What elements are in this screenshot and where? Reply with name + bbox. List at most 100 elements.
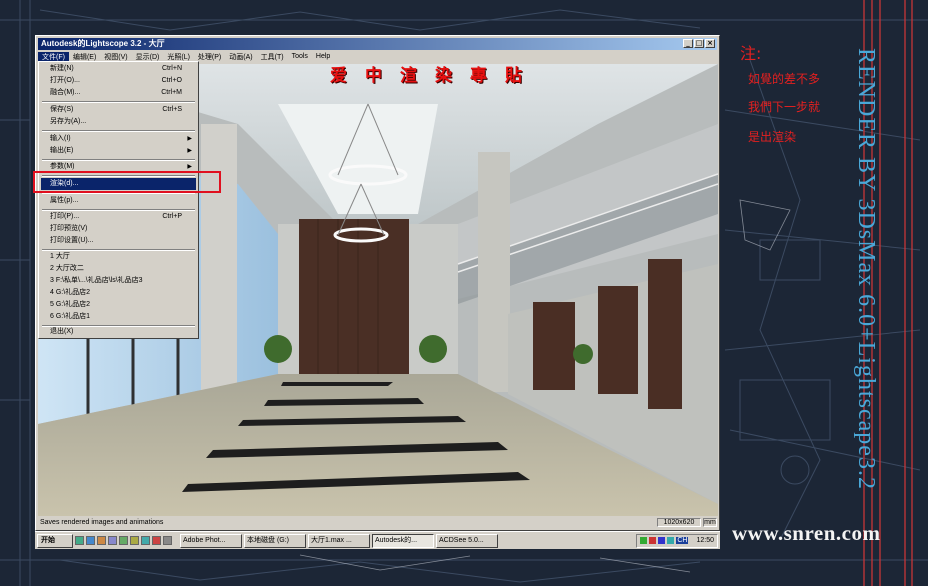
quick-launch	[75, 536, 172, 545]
submenu-arrow-icon: ▶	[187, 136, 192, 142]
menu-item-recent-2[interactable]: 2 大厅改二	[41, 263, 196, 275]
menu-item-shortcut: Ctrl+M	[161, 89, 182, 96]
watermark-char: 中	[365, 66, 382, 86]
menu-item-new[interactable]: 新建(N) Ctrl+N	[41, 63, 196, 75]
notes-line-3: 是出渲染	[748, 130, 797, 144]
maximize-button[interactable]: □	[694, 39, 704, 48]
menu-item-label: 打开(O)...	[50, 77, 80, 84]
menu-item-recent-1[interactable]: 1 大厅	[41, 251, 196, 263]
menu-item-import[interactable]: 输入(I) ▶	[41, 133, 196, 145]
quicklaunch-icon[interactable]	[86, 536, 95, 545]
menu-item-export[interactable]: 输出(E) ▶	[41, 145, 196, 157]
menu-item-shortcut: Ctrl+O	[161, 77, 182, 84]
clock: 12:50	[696, 537, 714, 544]
menu-item-label: 融合(M)...	[50, 89, 81, 96]
close-button[interactable]: ×	[705, 39, 715, 48]
status-message: Saves rendered images and animations	[40, 519, 164, 526]
menu-item-save-as[interactable]: 另存为(A)...	[41, 116, 196, 128]
watermark-char: 貼	[505, 66, 522, 86]
minimize-button[interactable]: _	[683, 39, 693, 48]
quicklaunch-icon[interactable]	[97, 536, 106, 545]
notes-heading: 注:	[740, 44, 762, 63]
menu-view[interactable]: 视图(V)	[100, 52, 131, 62]
task-photoshop[interactable]: Adobe Phot...	[180, 533, 242, 548]
menu-item-label: 属性(p)...	[50, 197, 79, 204]
menu-item-label: 退出(X)	[50, 328, 74, 335]
menu-item-label: 另存为(A)...	[50, 118, 87, 125]
menu-item-shortcut: Ctrl+P	[162, 213, 182, 220]
menu-item-print[interactable]: 打印(P)... Ctrl+P	[41, 211, 196, 223]
highlight-box	[33, 171, 221, 193]
menu-item-label: 打印(P)...	[50, 213, 80, 220]
menu-item-shortcut: Ctrl+N	[161, 65, 182, 72]
menu-item-print-preview[interactable]: 打印预览(V)	[41, 223, 196, 235]
menu-process[interactable]: 处理(P)	[194, 52, 225, 62]
watermark-char: 爱	[330, 66, 347, 86]
menu-tools[interactable]: Tools	[288, 53, 312, 60]
menu-display[interactable]: 显示(D)	[132, 52, 164, 62]
menu-item-label: 2 大厅改二	[50, 265, 84, 272]
menu-item-recent-5[interactable]: 5 G:\礼品店2	[41, 299, 196, 311]
menu-item-label: 4 G:\礼品店2	[50, 289, 91, 296]
menu-item-recent-6[interactable]: 6 G:\礼品店1	[41, 311, 196, 323]
menu-item-label: 输出(E)	[50, 147, 74, 154]
tray-icon[interactable]	[667, 537, 675, 544]
status-resolution: 1020x620	[657, 518, 701, 527]
menu-item-label: 3 F:\私单\...\礼品店\ls\礼品店3	[50, 277, 143, 284]
menu-item-label: 输入(I)	[50, 135, 71, 142]
menu-item-label: 1 大厅	[50, 253, 70, 260]
start-button[interactable]: 开始	[37, 533, 73, 548]
menu-item-label: 打印设置(U)...	[50, 237, 94, 244]
task-3dsmax[interactable]: 大厅1.max ...	[308, 533, 370, 548]
menu-item-label: 6 G:\礼品店1	[50, 313, 91, 320]
menu-light[interactable]: 光照(L)	[163, 52, 194, 62]
window-title: Autodesk的Lightscope 3.2 - 大厅	[41, 39, 165, 48]
website-watermark: www.snren.com	[732, 521, 881, 545]
menu-item-label: 新建(N)	[50, 65, 74, 72]
task-local-disk[interactable]: 本地磁盘 (G:)	[244, 533, 306, 548]
status-unit: mm	[703, 518, 717, 527]
tray-icon[interactable]	[640, 537, 648, 544]
watermark-title: 爱 中 渲 染 專 貼	[321, 61, 531, 86]
file-menu-dropdown: 新建(N) Ctrl+N 打开(O)... Ctrl+O 融合(M)... Ctrl+…	[38, 61, 199, 339]
task-acdsee[interactable]: ACDSee 5.0...	[436, 533, 498, 548]
watermark-char: 專	[470, 66, 487, 86]
menu-item-recent-4[interactable]: 4 G:\礼品店2	[41, 287, 196, 299]
menu-item-label: 5 G:\礼品店2	[50, 301, 91, 308]
menu-item-label: 保存(S)	[50, 106, 74, 113]
menu-item-open[interactable]: 打开(O)... Ctrl+O	[41, 75, 196, 87]
taskbar: 开始 Adobe Phot... 本地磁盘 (G:) 大厅1.max ... A…	[35, 531, 720, 549]
notes-line-1: 如覺的差不多	[748, 72, 821, 86]
menu-animation[interactable]: 动画(A)	[225, 52, 256, 62]
tray-icon[interactable]	[658, 537, 666, 544]
menu-tools-cn[interactable]: 工具(T)	[257, 52, 288, 62]
tray-icon[interactable]	[649, 537, 657, 544]
menu-item-recent-3[interactable]: 3 F:\私单\...\礼品店\ls\礼品店3	[41, 275, 196, 287]
menu-item-properties[interactable]: 属性(p)...	[41, 195, 196, 207]
input-method-indicator[interactable]: CH	[676, 537, 689, 544]
watermark-char: 染	[435, 66, 452, 86]
system-tray: CH 12:50	[636, 533, 718, 548]
menu-item-exit[interactable]: 退出(X)	[41, 326, 196, 338]
quicklaunch-icon[interactable]	[119, 536, 128, 545]
submenu-arrow-icon: ▶	[187, 148, 192, 154]
menu-item-label: 打印预览(V)	[50, 225, 88, 232]
menu-item-save[interactable]: 保存(S) Ctrl+S	[41, 104, 196, 116]
title-bar: Autodesk的Lightscope 3.2 - 大厅 _ □ ×	[38, 38, 717, 50]
menu-edit[interactable]: 编辑(E)	[69, 52, 100, 62]
task-lightscape[interactable]: Autodesk的...	[372, 533, 434, 548]
menu-file[interactable]: 文件(F)	[38, 51, 69, 62]
quicklaunch-icon[interactable]	[152, 536, 161, 545]
quicklaunch-icon[interactable]	[130, 536, 139, 545]
quicklaunch-icon[interactable]	[141, 536, 150, 545]
quicklaunch-icon[interactable]	[108, 536, 117, 545]
menu-separator	[42, 101, 195, 103]
menu-help[interactable]: Help	[312, 53, 334, 60]
menu-item-merge[interactable]: 融合(M)... Ctrl+M	[41, 87, 196, 99]
status-bar: Saves rendered images and animations 102…	[38, 517, 717, 528]
menu-item-print-setup[interactable]: 打印设置(U)...	[41, 235, 196, 247]
menu-item-label: 参数(M)	[50, 163, 75, 170]
menu-separator	[42, 130, 195, 132]
quicklaunch-icon[interactable]	[163, 536, 172, 545]
quicklaunch-icon[interactable]	[75, 536, 84, 545]
